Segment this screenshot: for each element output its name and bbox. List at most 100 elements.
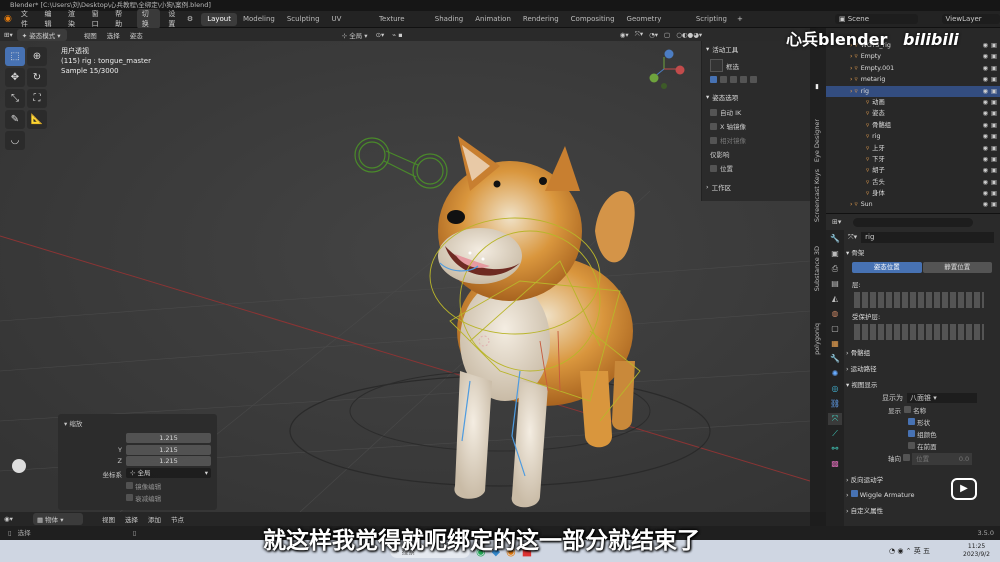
eye-icon[interactable]: ◉ [983,108,989,119]
scale-tool-icon[interactable]: ⤡ [5,89,25,108]
redo-panel-header[interactable]: ▾ 缩放 [64,418,82,428]
camera-icon[interactable]: ▣ [991,63,997,74]
group-colors-checkbox[interactable]: 组颜色 [888,429,1000,441]
armature-data-tab-icon[interactable]: ⤧ [828,413,842,425]
outliner-item[interactable]: ▿ 姿态 ◉ ▣ [826,108,1000,119]
tab-scripting[interactable]: Scripting [690,13,733,26]
output-tab-icon[interactable]: ⎙ [828,263,842,275]
scale-x-field[interactable]: 1.215 [126,433,211,443]
tab-screencast-keys[interactable]: Screencast Keys [813,169,821,222]
eye-icon[interactable]: ◉ [983,120,989,131]
tool-tab-icon[interactable]: 🔧 [828,233,842,245]
editor-type-icon[interactable]: ⊞▾ [0,31,17,39]
eye-icon[interactable]: ◉ [983,143,989,154]
tab-compositing[interactable]: Compositing [565,13,621,26]
menu-pose[interactable]: 姿态 [125,30,148,40]
transform-tool-icon[interactable]: ⛶ [27,89,47,108]
modifier-tab-icon[interactable]: 🔧 [828,353,842,365]
viewport-display-section[interactable]: ▾ 视图显示 [826,376,1000,392]
workspace-header[interactable]: › 工作区 [702,179,810,195]
camera-icon[interactable]: ▣ [991,51,997,62]
camera-icon[interactable]: ▣ [991,120,997,131]
outliner-item[interactable]: ▿ 骨骼组 ◉ ▣ [826,120,1000,131]
menu-help[interactable]: 帮助 [110,9,134,29]
particles-tab-icon[interactable]: ✺ [828,368,842,380]
tray-icons[interactable]: ◔ ◉ ⌃ 英 五 [889,546,930,556]
tab-animation[interactable]: Animation [469,13,517,26]
camera-icon[interactable]: ▣ [991,86,997,97]
bottom-menu-select[interactable]: 选择 [120,514,143,524]
visibility-icon[interactable]: ◉▾ [617,31,632,39]
eye-icon[interactable]: ◉ [983,154,989,165]
scene-tab-icon[interactable]: ◭ [828,293,842,305]
auto-ik-checkbox[interactable]: 自动 IK [702,105,810,119]
pose-position-button[interactable]: 姿态位置 [852,262,922,273]
overlay-icon[interactable]: ◔▾ [646,31,661,39]
render-tab-icon[interactable]: ▣ [828,248,842,260]
rotate-tool-icon[interactable]: ↻ [27,68,47,87]
menu-file[interactable]: 文件 [16,9,40,29]
view-layer-selector[interactable]: ViewLayer [941,14,1000,24]
camera-icon[interactable]: ▣ [991,143,997,154]
blender-logo-icon[interactable]: ◉ [0,14,16,24]
bottom-mode-dropdown[interactable]: ▦ 物体 ▾ [32,513,83,525]
move-tool-icon[interactable]: ✥ [5,68,25,87]
tab-rendering[interactable]: Rendering [517,13,565,26]
gear-icon[interactable]: ⚙ [187,15,193,23]
pose-options-header[interactable]: ▾ 姿态选项 [702,89,810,105]
tab-substance-3d[interactable]: Substance 3D [813,246,821,291]
eye-icon[interactable]: ◉ [983,199,989,210]
eye-icon[interactable]: ◉ [983,74,989,85]
outliner-item[interactable]: › ▿ metarig ◉ ▣ [826,74,1000,85]
scale-y-field[interactable]: 1.215 [126,445,211,455]
custom-props-section[interactable]: › 自定义属性 [826,502,1000,518]
camera-icon[interactable]: ▣ [991,40,997,51]
camera-icon[interactable]: ▣ [991,97,997,108]
axes-position-field[interactable]: 位置 0.0 [912,453,973,465]
camera-icon[interactable]: ▣ [991,131,997,142]
select-box-icon[interactable] [710,59,723,72]
clock[interactable]: 11:25 2023/9/2 [963,543,990,559]
eye-icon[interactable]: ◉ [983,86,989,97]
tab-sculpting[interactable]: Sculpting [281,13,326,26]
select-box-tool-icon[interactable]: ⬚ [5,47,25,66]
bottom-menu-add[interactable]: 添加 [143,514,166,524]
shading-modes-icon[interactable]: ○◐●◕▾ [673,31,705,39]
camera-icon[interactable]: ▣ [991,108,997,119]
camera-icon[interactable]: ▣ [991,165,997,176]
bone-constraints-tab-icon[interactable]: ⚯ [828,443,842,455]
tab-uv-editing[interactable]: UV Editing [326,13,373,36]
bone-tab-icon[interactable]: ⟋ [828,428,842,440]
outliner-item[interactable]: ▿ 身体 ◉ ▣ [826,188,1000,199]
scale-z-field[interactable]: 1.215 [126,456,211,466]
view-layer-tab-icon[interactable]: ▤ [828,278,842,290]
pivot-icon[interactable]: ⊙▾ [372,31,389,39]
layers-grid[interactable] [854,292,984,308]
camera-icon[interactable]: ▣ [991,154,997,165]
coord-system-dropdown[interactable]: ⊹ 全局 ▾ [126,468,211,478]
constraints-tab-icon[interactable]: ⛓ [828,398,842,410]
tab-shading[interactable]: Shading [429,13,469,26]
menu-window[interactable]: 窗口 [87,9,111,29]
collection-tab-icon[interactable]: ▢ [828,323,842,335]
in-front-checkbox[interactable]: 在前面 [888,441,1000,453]
location-checkbox[interactable]: 位置 [702,161,810,175]
mirror-edit-checkbox[interactable]: 镜像编辑 [126,481,161,491]
tab-modeling[interactable]: Modeling [237,13,281,26]
object-tab-icon[interactable]: ▦ [828,338,842,350]
measure-tool-icon[interactable]: 📐 [27,110,47,129]
outliner-item[interactable]: › ▿ Sun ◉ ▣ [826,199,1000,210]
bone-envelope-tool-icon[interactable]: ◡ [5,131,25,150]
eye-icon[interactable]: ◉ [983,165,989,176]
outliner-item[interactable]: ▿ 舌头 ◉ ▣ [826,177,1000,188]
shapes-checkbox[interactable]: 形状 [888,417,1000,429]
switch-button[interactable]: 切换 [136,9,161,29]
outliner-item[interactable]: ▿ 胡子 ◉ ▣ [826,165,1000,176]
outliner-item[interactable]: › ▿ Empty ◉ ▣ [826,51,1000,62]
add-workspace-icon[interactable]: + [733,15,747,23]
outliner-item[interactable]: ▿ 动画 ◉ ▣ [826,97,1000,108]
world-tab-icon[interactable]: ◍ [828,308,842,320]
properties-search[interactable] [853,217,974,227]
names-checkbox[interactable]: 显示 名称 [888,405,1000,417]
eye-icon[interactable]: ◉ [983,131,989,142]
